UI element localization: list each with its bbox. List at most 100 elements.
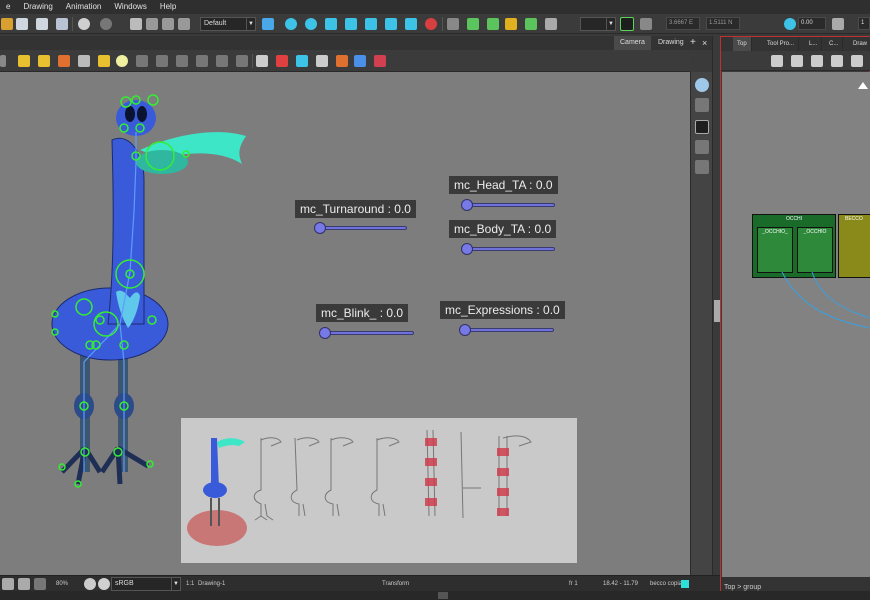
motion-icon[interactable] [487, 18, 499, 30]
tab-library[interactable]: L... [805, 37, 823, 51]
zoom-icon[interactable] [34, 578, 46, 590]
unlink-icon[interactable] [374, 55, 386, 67]
scale-icon[interactable] [832, 18, 844, 30]
layers-down-icon[interactable] [695, 140, 709, 154]
tab-top[interactable]: Top [733, 37, 752, 51]
tab-camera[interactable]: Camera [614, 36, 651, 50]
arrow-up-icon[interactable] [296, 55, 308, 67]
reset-icon[interactable] [545, 18, 557, 30]
scale-field[interactable]: 1 [858, 17, 870, 30]
tab-tool-properties[interactable]: Tool Pro... [763, 37, 800, 51]
lock-all-icon[interactable] [38, 55, 50, 67]
node-tool-icon[interactable] [791, 55, 803, 67]
bulb-icon[interactable] [116, 55, 128, 67]
slider-track[interactable] [322, 331, 414, 335]
node-link-icon[interactable] [365, 18, 377, 30]
node-tool-icon[interactable] [831, 55, 843, 67]
tab-drawing[interactable]: Drawing [652, 36, 690, 50]
curve-icon[interactable] [405, 18, 417, 30]
slider-track[interactable] [315, 226, 407, 230]
slider-track[interactable] [463, 203, 555, 207]
grid-icon[interactable] [276, 55, 288, 67]
zoom-level[interactable]: 80% [56, 576, 68, 592]
flip-icon[interactable] [525, 18, 537, 30]
key-icon[interactable] [336, 55, 348, 67]
tab-drawing[interactable]: Draw [849, 37, 870, 51]
lock-icon[interactable] [18, 55, 30, 67]
menu-help[interactable]: Help [154, 0, 183, 14]
peg-icon[interactable] [467, 18, 479, 30]
node-tool-icon[interactable] [771, 55, 783, 67]
slider-knob[interactable] [459, 324, 471, 336]
add-tab-icon[interactable]: + [688, 36, 698, 50]
x-field[interactable]: 3.6667 E [666, 17, 700, 30]
palette-combo[interactable]: Default ▼ [200, 17, 256, 31]
settings-icon[interactable] [84, 578, 96, 590]
layer-color-swatch[interactable] [681, 580, 689, 588]
slider-turnaround[interactable]: mc_Turnaround : 0.0 [295, 200, 435, 240]
panel-splitter[interactable] [712, 36, 720, 575]
slider-track[interactable] [462, 328, 554, 332]
paint-icon[interactable] [156, 55, 168, 67]
filter-icon[interactable] [640, 18, 652, 30]
grid-toggle-icon[interactable] [18, 578, 30, 590]
deform-icon[interactable] [345, 18, 357, 30]
menu-file[interactable]: e [0, 0, 17, 14]
slider-expressions[interactable]: mc_Expressions : 0.0 [440, 301, 590, 341]
bone-icon[interactable] [385, 18, 397, 30]
eye-icon[interactable] [695, 78, 709, 92]
slider-knob[interactable] [461, 199, 473, 211]
select-tool-icon[interactable] [130, 18, 142, 30]
menu-animation[interactable]: Animation [60, 0, 109, 14]
save-as-icon[interactable] [36, 18, 48, 30]
scene-icon[interactable] [56, 18, 68, 30]
layers-icon[interactable] [695, 98, 709, 112]
color-space-combo[interactable]: sRGB ▼ [111, 577, 181, 591]
tab-colour[interactable]: C... [825, 37, 844, 51]
chevron-up-icon[interactable] [438, 592, 448, 599]
layers-add-icon[interactable] [695, 120, 709, 134]
slider-knob[interactable] [461, 243, 473, 255]
line-icon[interactable] [78, 55, 90, 67]
camera-icon[interactable] [2, 578, 14, 590]
stroke-icon[interactable] [176, 55, 188, 67]
record-icon[interactable] [425, 18, 437, 30]
collapse-icon[interactable] [0, 55, 6, 67]
angle-field[interactable]: 0.00 [798, 17, 826, 30]
redo-icon[interactable] [100, 18, 112, 30]
fill-icon[interactable] [196, 55, 208, 67]
node-canvas[interactable]: OCCHI _OCCHIO_ _OCCHIO BECCO [722, 72, 870, 578]
slider-knob[interactable] [319, 327, 331, 339]
node-tool-icon[interactable] [851, 55, 863, 67]
transform-icon[interactable] [262, 18, 274, 30]
cutter-tool-icon[interactable] [162, 18, 174, 30]
y-field[interactable]: 1.5111 N [706, 17, 740, 30]
pencil-icon[interactable] [58, 55, 70, 67]
onion-skin-icon[interactable] [620, 17, 634, 31]
menu-drawing[interactable]: Drawing [17, 0, 59, 14]
open-icon[interactable] [1, 18, 13, 30]
contour-tool-icon[interactable] [146, 18, 158, 30]
bounding-box-icon[interactable] [505, 18, 517, 30]
eraser-icon[interactable] [136, 55, 148, 67]
flatten-icon[interactable] [256, 55, 268, 67]
colour-wheel-icon[interactable] [98, 578, 110, 590]
node-tool-icon[interactable] [811, 55, 823, 67]
crosshair-icon[interactable] [285, 18, 297, 30]
brush-tool-icon[interactable] [178, 18, 190, 30]
link-icon[interactable] [354, 55, 366, 67]
save-icon[interactable] [16, 18, 28, 30]
magic-icon[interactable] [98, 55, 110, 67]
target-icon[interactable] [305, 18, 317, 30]
navigate-up-icon[interactable] [858, 82, 868, 89]
layers-stack-icon[interactable] [695, 160, 709, 174]
close-gap-icon[interactable] [216, 55, 228, 67]
slider-track[interactable] [463, 247, 555, 251]
slider-blink[interactable]: mc_Blink_ : 0.0 [316, 304, 446, 344]
slider-body-ta[interactable]: mc_Body_TA : 0.0 [449, 220, 579, 260]
slider-knob[interactable] [314, 222, 326, 234]
smooth-icon[interactable] [236, 55, 248, 67]
undo-icon[interactable] [78, 18, 90, 30]
function-icon[interactable] [316, 55, 328, 67]
pivot-icon[interactable] [325, 18, 337, 30]
